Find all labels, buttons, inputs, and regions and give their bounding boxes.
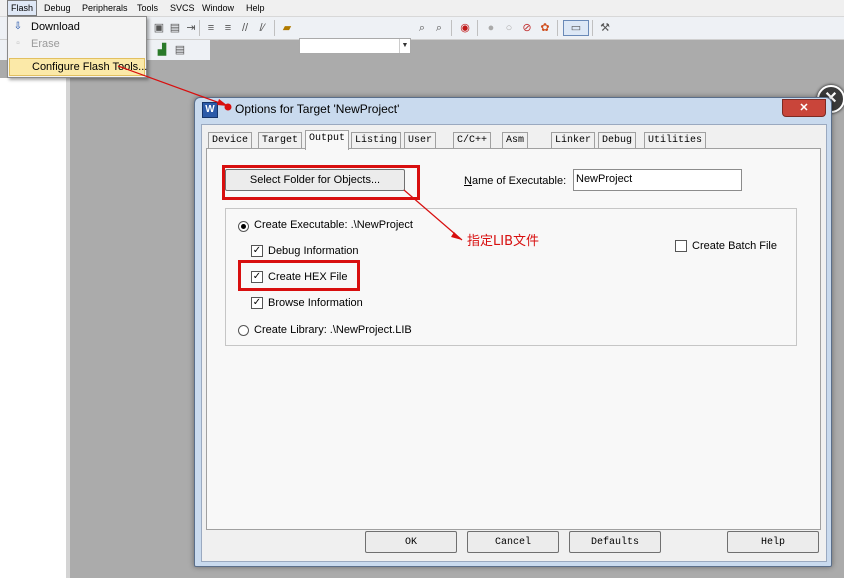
arrow-line-to-annotation: [403, 189, 463, 241]
arrowhead: [451, 232, 462, 240]
annotation-text: 指定LIB文件: [467, 234, 539, 249]
arrow-line-flash-to-dialog: [117, 65, 229, 107]
arrow-dot: [224, 103, 232, 111]
tab-output[interactable]: Output: [305, 130, 350, 150]
annotation-arrows: [117, 65, 463, 241]
